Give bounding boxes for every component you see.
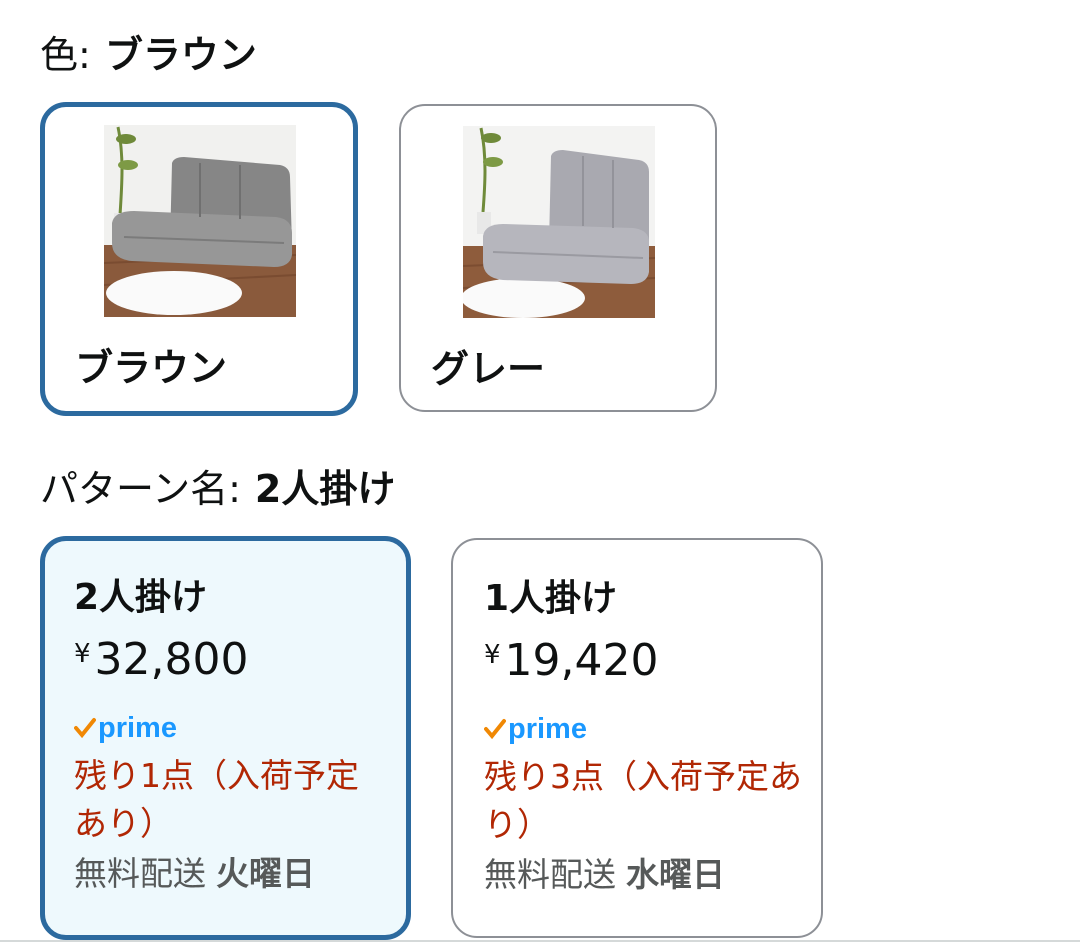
prime-check-icon [484, 719, 506, 740]
shipping-prefix: 無料配送 [74, 854, 206, 893]
color-swatch-label: ブラウン [75, 346, 228, 390]
option-title: 2人掛け [74, 577, 208, 618]
sofa-2seat-brown-thumbnail [104, 125, 296, 317]
option-title: 1人掛け [484, 578, 618, 619]
color-selected-value: ブラウン [104, 33, 257, 77]
prime-wordmark: prime [98, 711, 177, 744]
shipping-prefix: 無料配送 [484, 855, 616, 894]
price-amount: 32,800 [94, 634, 249, 685]
pattern-selector-label: パターン名: 2人掛け [40, 466, 395, 512]
shipping-info: 無料配送 水曜日 [484, 851, 805, 899]
price-currency: ¥ [484, 640, 501, 670]
prime-check-icon [74, 718, 96, 739]
pattern-option-2-seat[interactable]: 2人掛け ¥32,800 prime 残り1点（入荷予定あり） 無料配送 火曜日 [40, 536, 411, 940]
sofa-gray-thumbnail [463, 126, 655, 318]
price-currency: ¥ [74, 639, 91, 669]
prime-wordmark: prime [508, 712, 587, 745]
prime-badge: prime [74, 710, 390, 746]
shipping-info: 無料配送 火曜日 [74, 850, 390, 898]
stock-status: 残り1点（入荷予定あり） [74, 756, 359, 843]
color-label-key: 色: [40, 33, 91, 77]
color-selector-label: 色: ブラウン [40, 32, 257, 78]
pattern-option-1-seat[interactable]: 1人掛け ¥19,420 prime 残り3点（入荷予定あり） 無料配送 水曜日 [451, 538, 823, 938]
shipping-day: 水曜日 [626, 855, 725, 894]
stock-status: 残り3点（入荷予定あり） [484, 757, 802, 844]
option-price: ¥19,420 [484, 634, 805, 697]
color-swatch-brown[interactable]: ブラウン [40, 102, 358, 416]
shipping-day: 火曜日 [216, 854, 315, 893]
color-swatch-label: グレー [431, 347, 546, 391]
color-swatch-gray[interactable]: グレー [399, 104, 717, 412]
pattern-label-key: パターン名: [40, 467, 241, 511]
price-amount: 19,420 [504, 635, 659, 686]
prime-badge: prime [484, 711, 805, 747]
option-price: ¥32,800 [74, 633, 390, 696]
pattern-selected-value: 2人掛け [254, 467, 396, 511]
